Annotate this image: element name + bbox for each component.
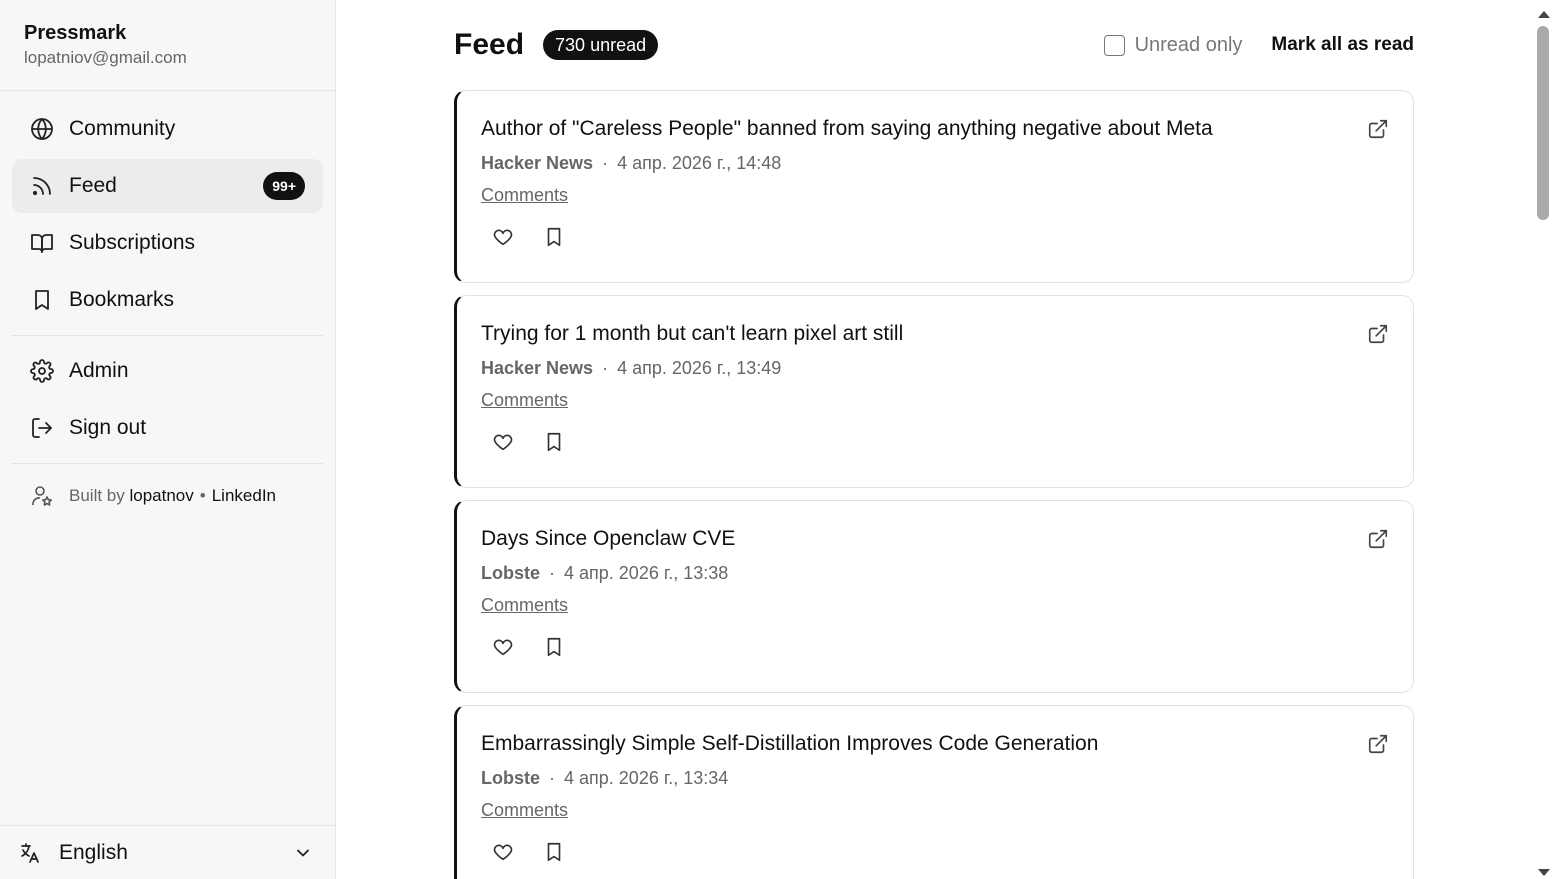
comments-link[interactable]: Comments xyxy=(481,183,568,207)
secondary-nav: Admin Sign out xyxy=(0,344,335,455)
meta-separator: · xyxy=(549,768,556,788)
bookmark-icon xyxy=(30,288,54,312)
rss-icon xyxy=(30,174,54,198)
external-link-icon[interactable] xyxy=(1367,733,1389,755)
feed-card[interactable]: Days Since Openclaw CVE Lobste · 4 апр. 20… xyxy=(454,500,1414,693)
feed-card-actions xyxy=(491,840,1389,864)
meta-separator: · xyxy=(549,563,556,583)
feed-card-date: 4 апр. 2026 г., 13:38 xyxy=(564,563,729,583)
feed-card-title[interactable]: Embarrassingly Simple Self-Distillation … xyxy=(481,730,1341,758)
scroll-down-arrow[interactable] xyxy=(1537,865,1551,876)
feed-card-date: 4 апр. 2026 г., 13:34 xyxy=(564,768,729,788)
unread-only-checkbox[interactable] xyxy=(1103,34,1125,56)
sidebar: Pressmark lopatniov@gmail.com Community … xyxy=(0,0,336,879)
main-nav: Community Feed 99+ Subscriptions Bookmar… xyxy=(0,91,335,327)
comments-link[interactable]: Comments xyxy=(481,798,568,822)
language-select[interactable]: English xyxy=(0,825,335,879)
unread-only-toggle[interactable]: Unread only xyxy=(1103,33,1243,57)
sidebar-item-signout[interactable]: Sign out xyxy=(12,401,323,455)
sidebar-item-label: Feed xyxy=(69,174,117,197)
user-email: lopatniov@gmail.com xyxy=(24,48,187,67)
feed-header: Feed 730 unread Unread only Mark all as … xyxy=(454,28,1414,62)
page-title: Feed xyxy=(454,28,525,61)
bookmark-icon[interactable] xyxy=(542,840,566,864)
app-header: Pressmark lopatniov@gmail.com xyxy=(0,0,335,91)
sidebar-item-subscriptions[interactable]: Subscriptions xyxy=(12,216,323,270)
bookmark-icon[interactable] xyxy=(542,635,566,659)
gear-icon xyxy=(30,359,54,383)
feed-card-title[interactable]: Trying for 1 month but can't learn pixel… xyxy=(481,320,1341,348)
author-link[interactable]: lopatnov xyxy=(129,486,193,506)
feed-card-actions xyxy=(491,635,1389,659)
scrollbar-thumb[interactable] xyxy=(1537,26,1549,220)
feed-card-date: 4 апр. 2026 г., 14:48 xyxy=(617,153,782,173)
built-separator: • xyxy=(199,486,206,505)
divider xyxy=(12,335,323,336)
comments-link[interactable]: Comments xyxy=(481,593,568,617)
book-open-icon xyxy=(30,231,54,255)
globe-icon xyxy=(30,117,54,141)
sidebar-item-bookmarks[interactable]: Bookmarks xyxy=(12,273,323,327)
built-by: Built by lopatnov • LinkedIn xyxy=(0,472,335,520)
feed-card-meta: Lobste · 4 апр. 2026 г., 13:38 xyxy=(481,561,1389,585)
scroll-up-arrow[interactable] xyxy=(1537,6,1551,18)
app-name: Pressmark xyxy=(24,22,127,44)
feed-card-source: Hacker News xyxy=(481,153,594,173)
feed-card[interactable]: Trying for 1 month but can't learn pixel… xyxy=(454,295,1414,488)
feed-count-badge: 99+ xyxy=(263,172,305,200)
feed-card[interactable]: Embarrassingly Simple Self-Distillation … xyxy=(454,705,1414,879)
bookmark-icon[interactable] xyxy=(542,225,566,249)
comments-link[interactable]: Comments xyxy=(481,388,568,412)
sidebar-item-feed[interactable]: Feed 99+ xyxy=(12,159,323,213)
feed-card-actions xyxy=(491,430,1389,454)
linkedin-link[interactable]: LinkedIn xyxy=(212,486,276,506)
sign-out-icon xyxy=(30,416,54,440)
unread-only-label: Unread only xyxy=(1134,33,1243,56)
mark-all-read-button[interactable]: Mark all as read xyxy=(1271,34,1414,56)
divider xyxy=(12,463,323,464)
feed-card-source: Lobste xyxy=(481,768,541,788)
feed-list: Author of "Careless People" banned from … xyxy=(454,90,1414,879)
meta-separator: · xyxy=(602,358,609,378)
bookmark-icon[interactable] xyxy=(542,430,566,454)
sidebar-item-community[interactable]: Community xyxy=(12,102,323,156)
main-content: Feed 730 unread Unread only Mark all as … xyxy=(336,0,1534,879)
feed-card-source: Hacker News xyxy=(481,358,594,378)
feed-card-source: Lobste xyxy=(481,563,541,583)
chevron-down-icon xyxy=(293,843,313,863)
feed-card-meta: Lobste · 4 апр. 2026 г., 13:34 xyxy=(481,766,1389,790)
sidebar-item-label: Community xyxy=(69,117,176,140)
feed-card-title[interactable]: Author of "Careless People" banned from … xyxy=(481,115,1341,143)
sidebar-item-label: Sign out xyxy=(69,416,147,439)
unread-count-badge: 730 unread xyxy=(543,30,659,60)
feed-card-actions xyxy=(491,225,1389,249)
external-link-icon[interactable] xyxy=(1367,118,1389,140)
external-link-icon[interactable] xyxy=(1367,528,1389,550)
external-link-icon[interactable] xyxy=(1367,323,1389,345)
heart-icon[interactable] xyxy=(491,225,515,249)
sidebar-item-label: Admin xyxy=(69,359,129,382)
sidebar-item-admin[interactable]: Admin xyxy=(12,344,323,398)
meta-separator: · xyxy=(602,153,609,173)
built-by-prefix: Built by xyxy=(69,486,125,505)
sidebar-item-label: Bookmarks xyxy=(69,288,175,311)
feed-card[interactable]: Author of "Careless People" banned from … xyxy=(454,90,1414,283)
heart-icon[interactable] xyxy=(491,430,515,454)
feed-card-date: 4 апр. 2026 г., 13:49 xyxy=(617,358,782,378)
feed-card-title[interactable]: Days Since Openclaw CVE xyxy=(481,525,1341,553)
sidebar-item-label: Subscriptions xyxy=(69,231,196,254)
scrollbar[interactable] xyxy=(1534,0,1554,879)
user-star-icon xyxy=(30,484,54,508)
heart-icon[interactable] xyxy=(491,635,515,659)
heart-icon[interactable] xyxy=(491,840,515,864)
language-label: English xyxy=(59,840,128,864)
translate-icon xyxy=(18,841,42,865)
feed-card-meta: Hacker News · 4 апр. 2026 г., 13:49 xyxy=(481,356,1389,380)
feed-card-meta: Hacker News · 4 апр. 2026 г., 14:48 xyxy=(481,151,1389,175)
